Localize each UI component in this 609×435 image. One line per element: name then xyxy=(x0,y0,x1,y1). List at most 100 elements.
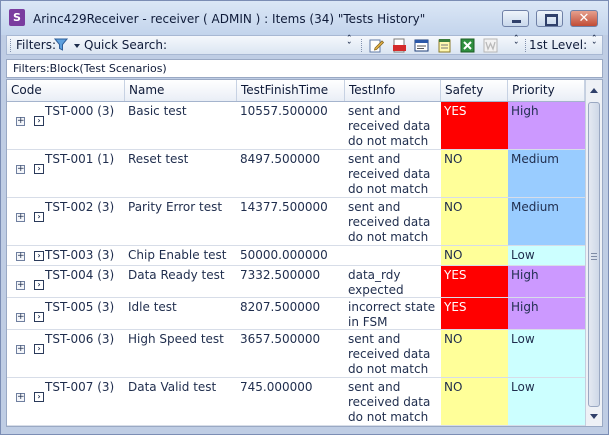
name-cell[interactable]: Basic test xyxy=(125,102,237,149)
test-info-cell[interactable]: incorrect state in FSM xyxy=(345,298,441,329)
priority-cell[interactable]: Low xyxy=(508,378,585,425)
safety-cell[interactable]: YES xyxy=(441,298,508,329)
open-item-icon[interactable]: › xyxy=(34,164,44,174)
name-cell[interactable]: Data Ready test xyxy=(125,266,237,297)
first-level-label[interactable]: 1st Level: xyxy=(529,38,587,52)
table-row[interactable]: TST-003 (3) Chip Enable test 50000.000000 N… xyxy=(7,246,585,266)
test-finish-time-cell[interactable]: 745.000000 xyxy=(237,378,345,425)
name-cell[interactable]: Chip Enable test xyxy=(125,246,237,265)
title-bar[interactable]: S Arinc429Receiver - receiver ( ADMIN ) … xyxy=(1,1,608,35)
scrollbar-thumb[interactable] xyxy=(588,102,600,407)
app-window: S Arinc429Receiver - receiver ( ADMIN ) … xyxy=(0,0,609,435)
expand-icon[interactable]: + xyxy=(16,165,25,174)
test-info-cell[interactable] xyxy=(345,246,441,265)
test-finish-time-cell[interactable]: 8207.500000 xyxy=(237,298,345,329)
name-cell[interactable]: Data Valid test xyxy=(125,378,237,425)
column-header-safety[interactable]: Safety xyxy=(441,80,508,101)
test-finish-time-cell[interactable]: 3657.500000 xyxy=(237,330,345,377)
open-item-icon[interactable]: › xyxy=(34,212,44,222)
toolbar-grip[interactable] xyxy=(10,39,14,52)
test-info-cell[interactable]: sent and received data do not match xyxy=(345,198,441,245)
test-info-cell[interactable]: data_rdy expected xyxy=(345,266,441,297)
maximize-button[interactable] xyxy=(536,10,563,27)
expand-icon[interactable]: + xyxy=(16,345,25,354)
column-header-name[interactable]: Name xyxy=(125,80,237,101)
safety-cell[interactable]: NO xyxy=(441,378,508,425)
safety-cell[interactable]: NO xyxy=(441,150,508,197)
column-header-testfinishtime[interactable]: TestFinishTime xyxy=(237,80,345,101)
test-info-cell[interactable]: sent and received data do not match xyxy=(345,150,441,197)
expand-icon[interactable]: + xyxy=(16,117,25,126)
word-icon[interactable] xyxy=(483,38,498,53)
test-finish-time-cell[interactable]: 8497.500000 xyxy=(237,150,345,197)
excel-icon[interactable] xyxy=(460,38,475,53)
table-row[interactable]: TST-004 (3) Data Ready test 7332.500000 dat… xyxy=(7,266,585,298)
scroll-down-icon[interactable] xyxy=(590,414,598,419)
column-header-row: Code Name TestFinishTime TestInfo Safety… xyxy=(7,80,585,102)
safety-cell[interactable]: NO xyxy=(441,198,508,245)
priority-cell[interactable]: Low xyxy=(508,330,585,377)
priority-cell[interactable]: High xyxy=(508,298,585,329)
test-info-cell[interactable]: sent and received data do not match xyxy=(345,102,441,149)
chevron-overflow-icon[interactable]: ˆˇ xyxy=(592,36,597,52)
priority-cell[interactable]: Medium xyxy=(508,150,585,197)
chevron-down-icon[interactable] xyxy=(74,44,80,48)
vertical-scrollbar[interactable] xyxy=(585,80,602,426)
test-info-cell[interactable]: sent and received data do not match xyxy=(345,378,441,425)
priority-cell[interactable]: Low xyxy=(508,246,585,265)
app-logo-icon[interactable]: S xyxy=(9,9,25,26)
column-header-testinfo[interactable]: TestInfo xyxy=(345,80,441,101)
table-row[interactable]: TST-007 (3) Data Valid test 745.000000 sent… xyxy=(7,378,585,426)
notepad-icon[interactable] xyxy=(437,38,452,53)
priority-cell[interactable]: Medium xyxy=(508,198,585,245)
chevron-overflow-icon[interactable]: ˆˇ xyxy=(347,36,352,52)
close-button[interactable]: ✕ xyxy=(570,10,598,27)
open-item-icon[interactable]: › xyxy=(34,280,44,290)
column-header-code[interactable]: Code xyxy=(7,80,125,101)
expand-icon[interactable]: + xyxy=(16,313,25,322)
edit-icon[interactable] xyxy=(369,38,384,53)
test-finish-time-cell[interactable]: 50000.000000 xyxy=(237,246,345,265)
scroll-up-icon[interactable] xyxy=(590,88,598,93)
maximize-icon xyxy=(545,14,558,26)
test-finish-time-cell[interactable]: 14377.500000 xyxy=(237,198,345,245)
safety-cell[interactable]: YES xyxy=(441,266,508,297)
table-row[interactable]: TST-006 (3) High Speed test 3657.500000 sen… xyxy=(7,330,585,378)
test-info-cell[interactable]: sent and received data do not match xyxy=(345,330,441,377)
table-row[interactable]: TST-001 (1) Reset test 8497.500000 sent and… xyxy=(7,150,585,198)
funnel-icon[interactable] xyxy=(54,38,68,52)
chevron-overflow-icon[interactable]: ˆˇ xyxy=(514,36,519,52)
open-item-icon[interactable]: › xyxy=(34,392,44,402)
test-finish-time-cell[interactable]: 10557.500000 xyxy=(237,102,345,149)
pdf-icon[interactable] xyxy=(392,38,407,53)
safety-cell[interactable]: NO xyxy=(441,330,508,377)
toolbar-grip[interactable] xyxy=(361,39,365,52)
column-header-priority[interactable]: Priority xyxy=(508,80,585,101)
priority-cell[interactable]: High xyxy=(508,266,585,297)
open-item-icon[interactable]: › xyxy=(34,251,44,261)
window-title: Arinc429Receiver - receiver ( ADMIN ) : … xyxy=(33,12,426,26)
filter-bar[interactable]: Filters:Block(Test Scenarios) xyxy=(6,59,603,78)
expand-icon[interactable]: + xyxy=(16,213,25,222)
table-row[interactable]: TST-005 (3) Idle test 8207.500000 incorrect… xyxy=(7,298,585,330)
test-finish-time-cell[interactable]: 7332.500000 xyxy=(237,266,345,297)
priority-cell[interactable]: High xyxy=(508,102,585,149)
form-icon[interactable] xyxy=(414,38,429,53)
minimize-button[interactable] xyxy=(502,10,529,27)
name-cell[interactable]: Idle test xyxy=(125,298,237,329)
minimize-icon xyxy=(512,20,521,23)
open-item-icon[interactable]: › xyxy=(34,344,44,354)
table-row[interactable]: TST-000 (3) Basic test 10557.500000 sent an… xyxy=(7,102,585,150)
name-cell[interactable]: Parity Error test xyxy=(125,198,237,245)
name-cell[interactable]: High Speed test xyxy=(125,330,237,377)
quick-search-label[interactable]: Quick Search: xyxy=(84,38,167,52)
table-row[interactable]: TST-002 (3) Parity Error test 14377.500000… xyxy=(7,198,585,246)
expand-icon[interactable]: + xyxy=(16,393,25,402)
safety-cell[interactable]: NO xyxy=(441,246,508,265)
expand-icon[interactable]: + xyxy=(16,251,25,261)
open-item-icon[interactable]: › xyxy=(34,312,44,322)
open-item-icon[interactable]: › xyxy=(34,116,44,126)
name-cell[interactable]: Reset test xyxy=(125,150,237,197)
safety-cell[interactable]: YES xyxy=(441,102,508,149)
expand-icon[interactable]: + xyxy=(16,281,25,290)
